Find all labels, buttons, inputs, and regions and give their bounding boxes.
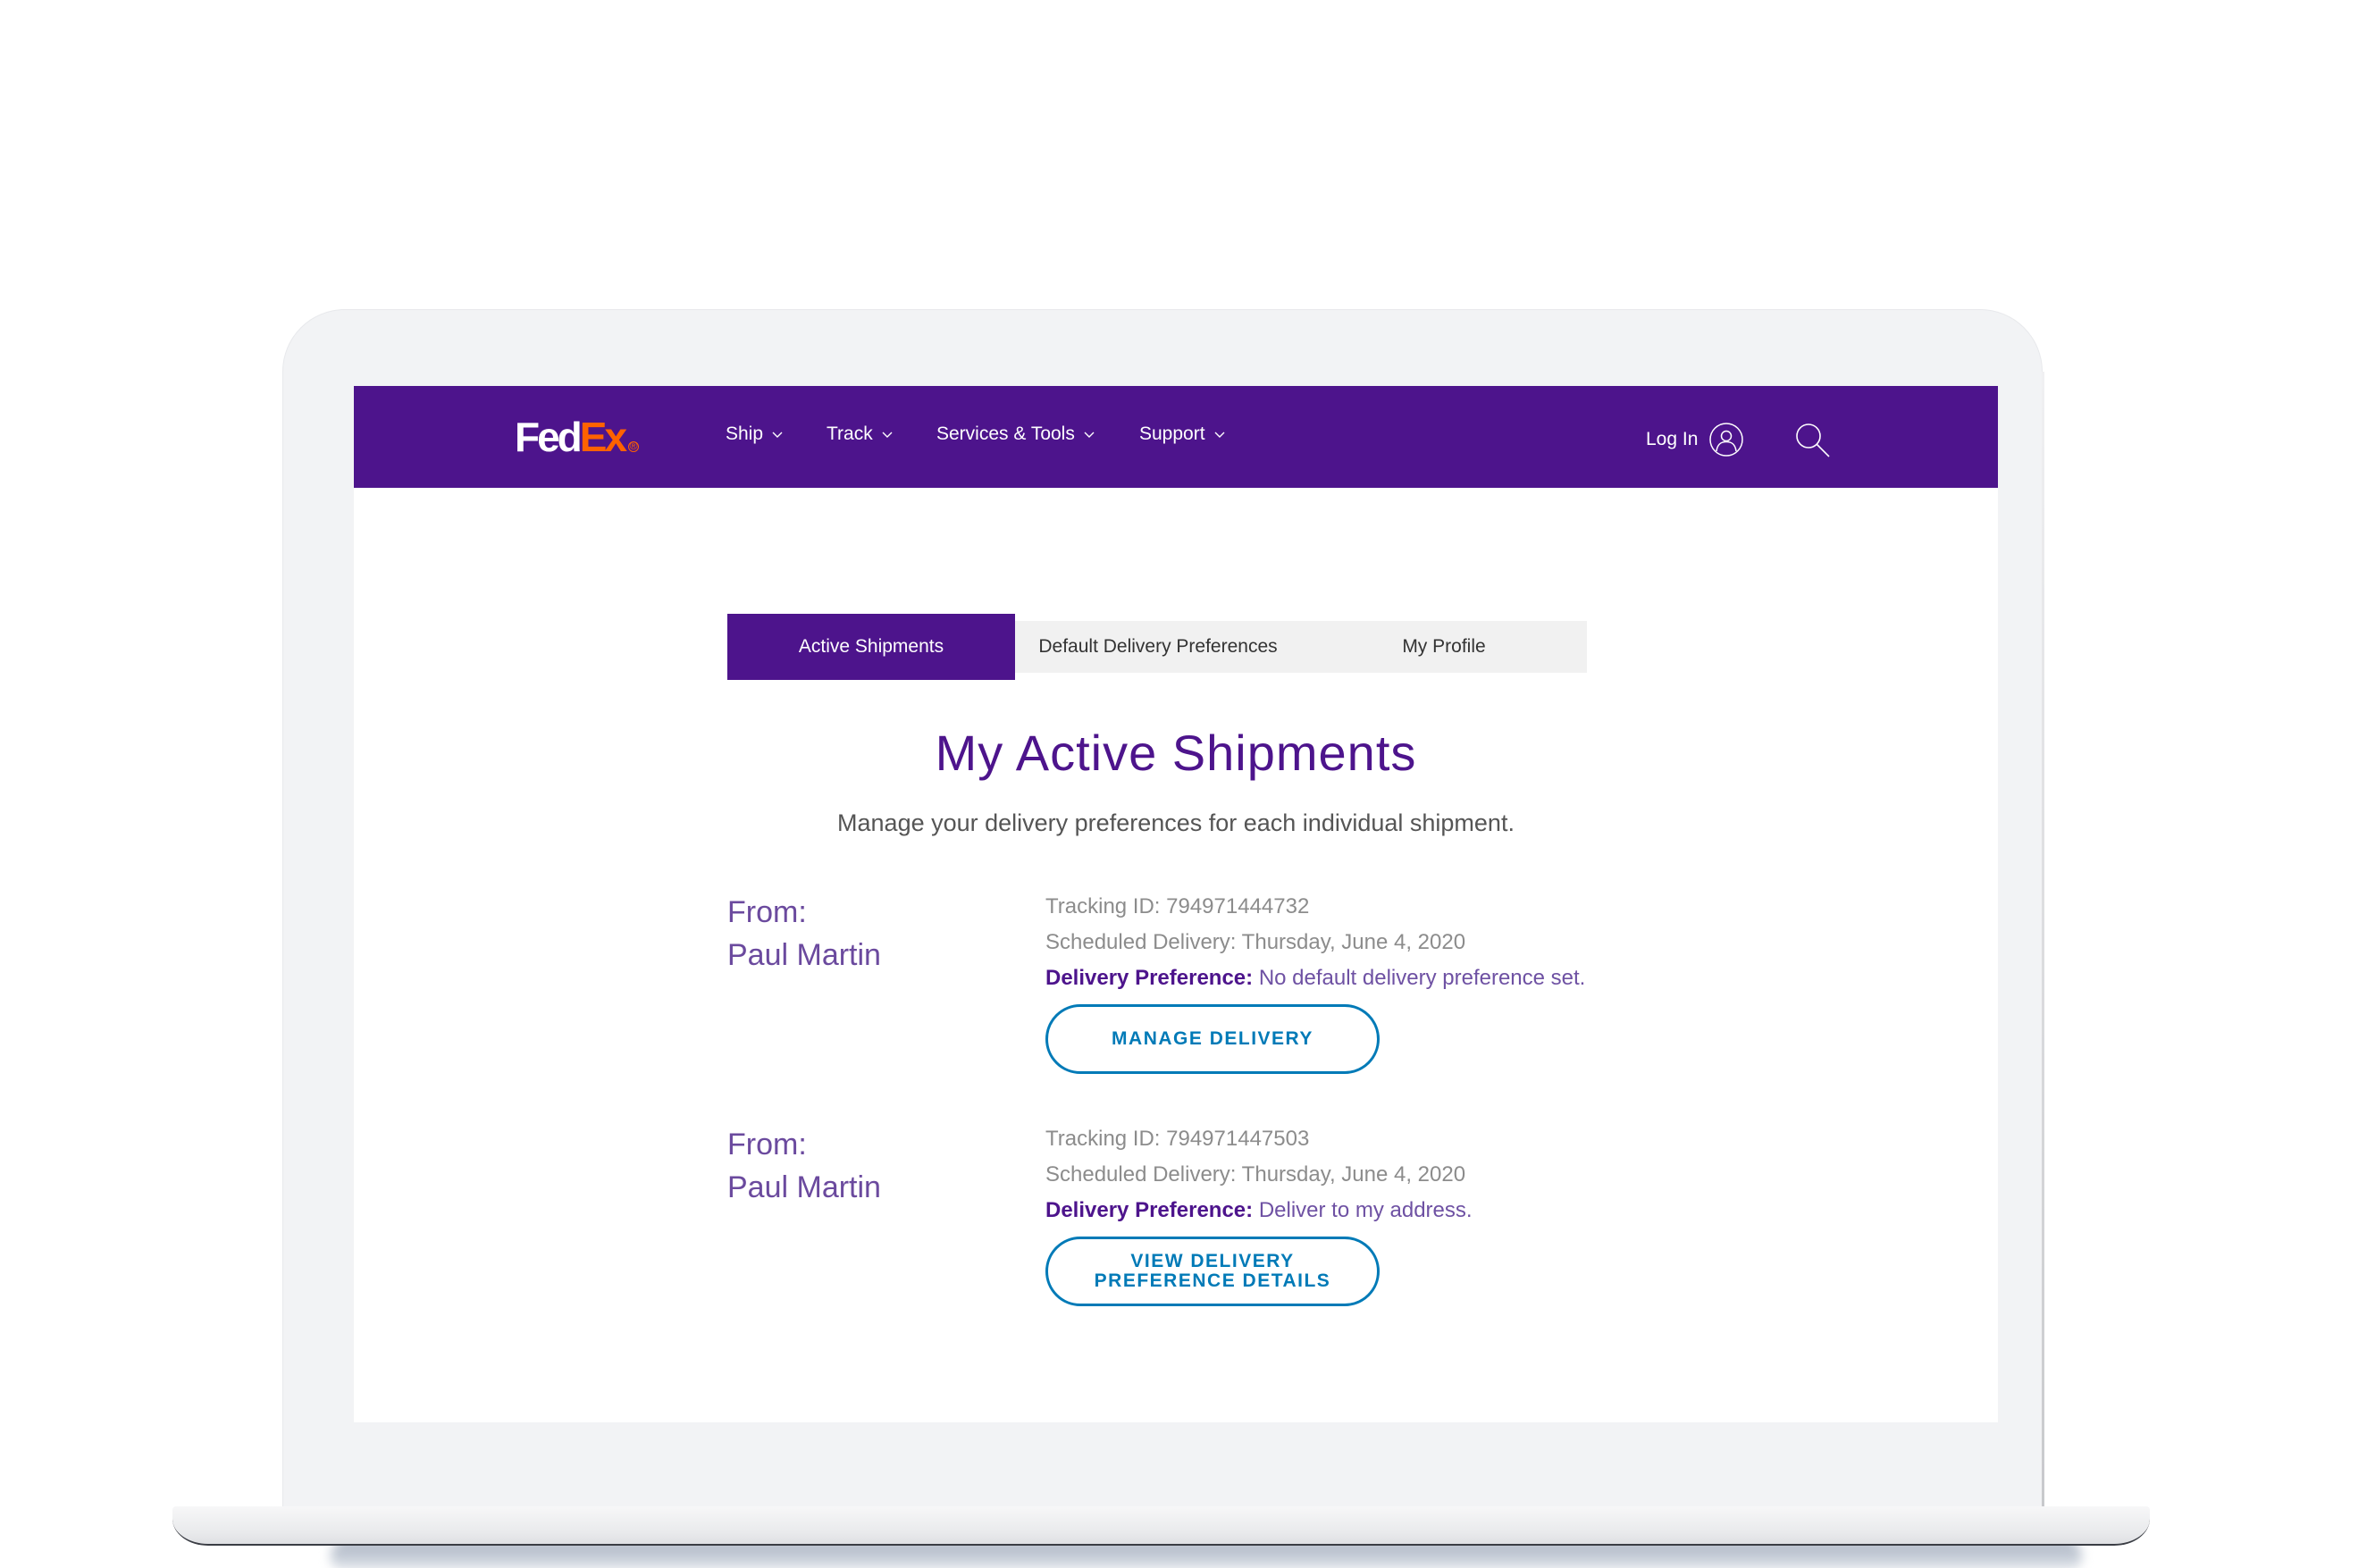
shipment-card: From: Paul Martin Tracking ID: 794971447… xyxy=(727,1123,1621,1320)
shipment-details: Tracking ID: 794971444732 Scheduled Deli… xyxy=(1045,889,1585,996)
sender-block: From: Paul Martin xyxy=(727,1123,881,1209)
tracking-id: Tracking ID: 794971444732 xyxy=(1045,894,1310,918)
tab-label: Active Shipments xyxy=(798,636,944,657)
page-title: My Active Shipments xyxy=(935,725,1417,781)
delivery-preference-value: Deliver to my address. xyxy=(1258,1198,1473,1222)
login-button[interactable]: Log In xyxy=(1646,422,1744,457)
sender-block: From: Paul Martin xyxy=(727,891,881,977)
tab-default-delivery-preferences[interactable]: Default Delivery Preferences xyxy=(1015,614,1301,680)
chevron-down-icon xyxy=(882,432,893,438)
nav-ship[interactable]: Ship xyxy=(726,423,783,445)
tab-my-profile[interactable]: My Profile xyxy=(1301,614,1587,680)
scheduled-delivery: Scheduled Delivery: Thursday, June 4, 20… xyxy=(1045,930,1466,954)
delivery-preference-value: No default delivery preference set. xyxy=(1258,966,1586,990)
tracking-id: Tracking ID: 794971447503 xyxy=(1045,1127,1310,1151)
search-icon[interactable] xyxy=(1794,422,1832,459)
from-label: From: xyxy=(727,895,807,929)
tab-active-shipments[interactable]: Active Shipments xyxy=(727,614,1015,680)
registered-mark: ® xyxy=(628,440,640,452)
chevron-down-icon xyxy=(1214,432,1225,438)
view-delivery-preference-details-button[interactable]: VIEW DELIVERY PREFERENCE DETAILS xyxy=(1045,1237,1380,1306)
page-subtitle: Manage your delivery preferences for eac… xyxy=(837,809,1515,836)
shipment-card: From: Paul Martin Tracking ID: 794971444… xyxy=(727,891,1621,1087)
nav-support[interactable]: Support xyxy=(1139,423,1225,445)
logo-fed: Fed xyxy=(515,414,583,460)
button-label-line1: VIEW DELIVERY xyxy=(1130,1251,1295,1271)
logo-ex: Ex xyxy=(579,414,627,460)
delivery-preference: Delivery Preference: Deliver to my addre… xyxy=(1045,1193,1473,1228)
tab-label: My Profile xyxy=(1402,636,1486,657)
chevron-down-icon xyxy=(772,432,783,438)
login-label: Log In xyxy=(1646,429,1699,449)
nav-track[interactable]: Track xyxy=(827,423,893,445)
manage-delivery-button[interactable]: MANAGE DELIVERY xyxy=(1045,1004,1380,1074)
sender-name: Paul Martin xyxy=(727,1170,881,1204)
nav-services-tools-label: Services & Tools xyxy=(936,423,1075,444)
chevron-down-icon xyxy=(1084,432,1095,438)
button-label: MANAGE DELIVERY xyxy=(1112,1028,1313,1049)
button-label-line2: PREFERENCE DETAILS xyxy=(1094,1270,1331,1291)
nav-services-tools[interactable]: Services & Tools xyxy=(936,423,1095,445)
account-tabs: Active Shipments Default Delivery Prefer… xyxy=(727,614,1587,680)
tab-label: Default Delivery Preferences xyxy=(1038,636,1278,657)
nav-support-label: Support xyxy=(1139,423,1205,444)
nav-track-label: Track xyxy=(827,423,873,444)
laptop-base xyxy=(172,1506,2150,1546)
delivery-preference: Delivery Preference: No default delivery… xyxy=(1045,960,1585,996)
scheduled-delivery: Scheduled Delivery: Thursday, June 4, 20… xyxy=(1045,1162,1466,1186)
fedex-logo[interactable]: FedEx ® xyxy=(515,414,640,460)
user-icon xyxy=(1709,423,1744,457)
from-label: From: xyxy=(727,1128,807,1161)
delivery-preference-label: Delivery Preference: xyxy=(1045,1198,1254,1222)
shipment-details: Tracking ID: 794971447503 Scheduled Deli… xyxy=(1045,1121,1473,1228)
sender-name: Paul Martin xyxy=(727,938,881,972)
nav-ship-label: Ship xyxy=(726,423,764,444)
browser-screen: FedEx ® Ship Track Services & Tools Suppo… xyxy=(354,386,1998,1422)
delivery-preference-label: Delivery Preference: xyxy=(1045,966,1254,990)
top-navigation-bar: FedEx ® Ship Track Services & Tools Suppo… xyxy=(354,386,1998,488)
